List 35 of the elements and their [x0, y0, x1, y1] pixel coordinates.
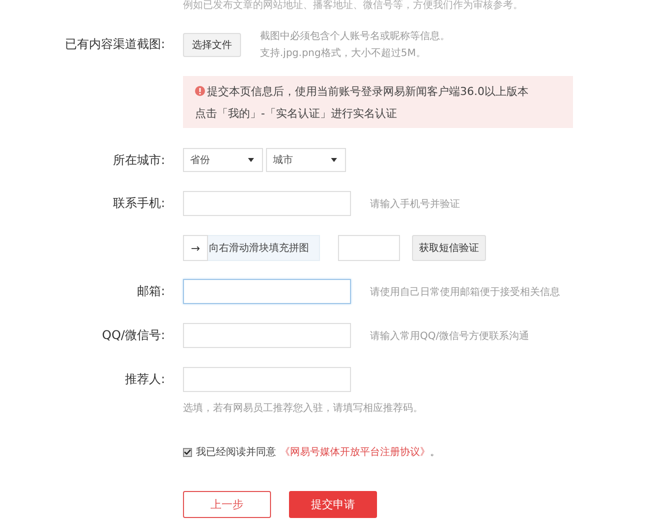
slider-handle[interactable]: → — [183, 235, 208, 261]
field-label: 推荐人: — [124, 371, 165, 388]
hint-text: 支持.jpg.png格式，大小不超过5M。 — [260, 46, 427, 60]
phone-field[interactable] — [183, 191, 351, 216]
field-label: 已有内容渠道截图: — [64, 36, 165, 53]
checkbox[interactable] — [183, 448, 192, 456]
dropdown[interactable]: 城市 — [266, 148, 346, 172]
choose-file-button[interactable]: 选择文件 — [183, 32, 241, 56]
input-field[interactable] — [183, 279, 351, 304]
back-button[interactable]: 上一步 — [183, 491, 271, 518]
hint-text: 请输入常用QQ/微信号方便联系沟通 — [370, 330, 530, 342]
sms-code-button[interactable]: 获取短信验证 — [412, 235, 486, 261]
notice-text: 点击「我的」-「实名认证」进行实名认证 — [195, 106, 397, 120]
alert-icon — [195, 86, 205, 96]
hint-text: 选填，若有网易员工推荐您入驻，请填写相应推荐码。 — [183, 402, 423, 415]
hint-text: 请输入手机号并验证 — [370, 198, 460, 210]
agreement-link[interactable]: 《网易号媒体开放平台注册协议》 — [280, 445, 430, 459]
slider-text: 向右滑动滑块填充拼图 — [209, 242, 309, 255]
slider-captcha[interactable]: → 向右滑动滑块填充拼图 — [183, 235, 320, 261]
input-field[interactable] — [183, 323, 351, 348]
input-field[interactable] — [183, 367, 351, 392]
field-label: 所在城市: — [112, 152, 165, 168]
field-label: QQ/微信号: — [101, 327, 165, 344]
field-label: 邮箱: — [136, 283, 165, 300]
submit-button[interactable]: 提交申请 — [289, 491, 377, 518]
caret-icon — [331, 158, 337, 162]
field-label: 联系手机: — [112, 195, 165, 212]
agreement-text: 我已经阅读并同意 — [196, 446, 276, 459]
notice-text: 提交本页信息后，使用当前账号登录网易新闻客户端36.0以上版本 — [207, 84, 528, 98]
hint-text: 请使用自己日常使用邮箱便于接受相关信息 — [370, 286, 560, 298]
dropdown[interactable]: 省份 — [183, 148, 263, 172]
code-field[interactable] — [338, 235, 400, 261]
period-text: 。 — [430, 446, 440, 459]
hint-text: 截图中必须包含个人账号名或昵称等信息。 — [260, 30, 450, 43]
caret-icon — [248, 158, 254, 162]
